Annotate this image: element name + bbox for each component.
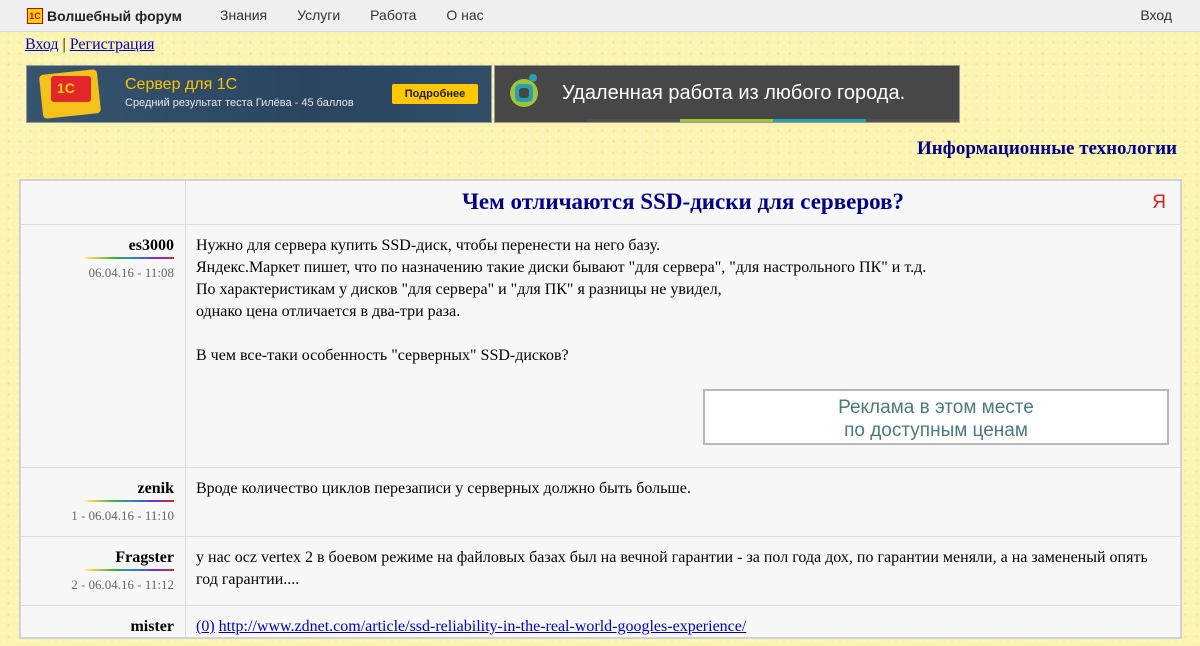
thread-header: Чем отличаются SSD-диски для серверов? Я — [21, 181, 1180, 225]
post-body: Нужно для сервера купить SSD-диск, чтобы… — [196, 235, 1168, 367]
top-login-link[interactable]: Вход — [1140, 7, 1172, 23]
auth-separator: | — [62, 36, 66, 53]
nav-about[interactable]: О нас — [446, 7, 483, 23]
nav-services[interactable]: Услуги — [297, 7, 340, 23]
color-bar — [680, 119, 773, 122]
ad-line: по доступным ценам — [844, 420, 1028, 441]
post-date[interactable]: 2 - 06.04.16 - 11:12 — [71, 577, 174, 593]
banner-1c-more-button[interactable]: Подробнее — [392, 84, 478, 104]
banner-1c-server[interactable]: 1С Сервер для 1С Средний результат теста… — [26, 65, 492, 123]
post-line: В чем все-таки особенность "серверных" S… — [196, 347, 569, 364]
post-author[interactable]: mister — [130, 618, 174, 636]
banner-remote-work-text: Удаленная работа из любого города. — [562, 82, 906, 104]
post-line: Яндекс.Маркет пишет, что по назначению т… — [196, 259, 927, 276]
post-line: однако цена отличается в два-три раза. — [196, 303, 461, 320]
nav-knowledge[interactable]: Знания — [220, 7, 267, 23]
post-external-link[interactable]: http://www.zdnet.com/article/ssd-reliabi… — [219, 618, 747, 635]
color-bar — [773, 119, 866, 122]
ad-placeholder[interactable]: Реклама в этом месте по доступным ценам — [703, 389, 1169, 445]
topic-title: Чем отличаются SSD-диски для серверов? — [462, 189, 904, 214]
post-line — [196, 323, 1168, 345]
banner-1c-title: Сервер для 1С — [125, 76, 238, 93]
banner-1c-logo: 1С — [57, 80, 75, 96]
top-navbar: 1С Волшебный форум Знания Услуги Работа … — [0, 0, 1200, 32]
post-row: mister (0) http://www.zdnet.com/article/… — [21, 606, 1180, 646]
nav-work[interactable]: Работа — [370, 7, 416, 23]
banner-remote-work[interactable]: Удаленная работа из любого города. — [494, 65, 960, 123]
post-body: у нас ocz vertex 2 в боевом режиме на фа… — [196, 547, 1168, 591]
author-rating-bar — [81, 569, 174, 571]
author-rating-bar — [81, 500, 174, 502]
post-author[interactable]: Fragster — [115, 549, 174, 567]
author-rating-bar — [81, 257, 174, 259]
banner-color-bars — [587, 119, 959, 122]
post-body: (0) http://www.zdnet.com/article/ssd-rel… — [196, 616, 1168, 638]
post-date[interactable]: 1 - 06.04.16 - 11:10 — [71, 508, 174, 524]
section-title-link[interactable]: Информационные технологии — [917, 138, 1177, 160]
color-bar — [587, 119, 680, 122]
post-row: es3000 06.04.16 - 11:08 Нужно для сервер… — [21, 225, 1180, 468]
forum-logo-icon: 1С — [27, 8, 43, 24]
post-row: Fragster 2 - 06.04.16 - 11:12 у нас ocz … — [21, 537, 1180, 606]
brand-name: Волшебный форум — [47, 8, 182, 24]
post-date[interactable]: 06.04.16 - 11:08 — [89, 265, 174, 281]
banner-1c-subtitle: Средний результат теста Гилёва - 45 балл… — [125, 97, 354, 109]
post-line: Нужно для сервера купить SSD-диск, чтобы… — [196, 237, 661, 254]
register-link[interactable]: Регистрация — [70, 36, 155, 53]
post-author[interactable]: zenik — [138, 480, 174, 498]
ad-line: Реклама в этом месте — [838, 397, 1034, 418]
forum-thread: Чем отличаются SSD-диски для серверов? Я… — [19, 179, 1182, 639]
post-row: zenik 1 - 06.04.16 - 11:10 Вроде количес… — [21, 468, 1180, 537]
post-author[interactable]: es3000 — [129, 237, 174, 255]
main-nav: Знания Услуги Работа О нас — [220, 7, 514, 23]
post-line: По характеристикам у дисков "для сервера… — [196, 281, 722, 298]
post-line: Вроде количество циклов перезаписи у сер… — [196, 480, 691, 497]
brand-link[interactable]: 1С Волшебный форум — [27, 6, 182, 26]
color-bar — [866, 119, 959, 122]
yandex-icon[interactable]: Я — [1152, 192, 1166, 214]
post-body: Вроде количество циклов перезаписи у сер… — [196, 478, 1168, 500]
post-line: у нас ocz vertex 2 в боевом режиме на фа… — [196, 549, 1148, 588]
post-line: (0) http://www.zdnet.com/article/ssd-rel… — [196, 616, 1168, 638]
auth-links: Вход | Регистрация — [25, 36, 155, 54]
remote-work-logo-icon — [510, 74, 538, 107]
login-link[interactable]: Вход — [25, 36, 59, 53]
post-reference-link[interactable]: (0) — [196, 618, 215, 635]
